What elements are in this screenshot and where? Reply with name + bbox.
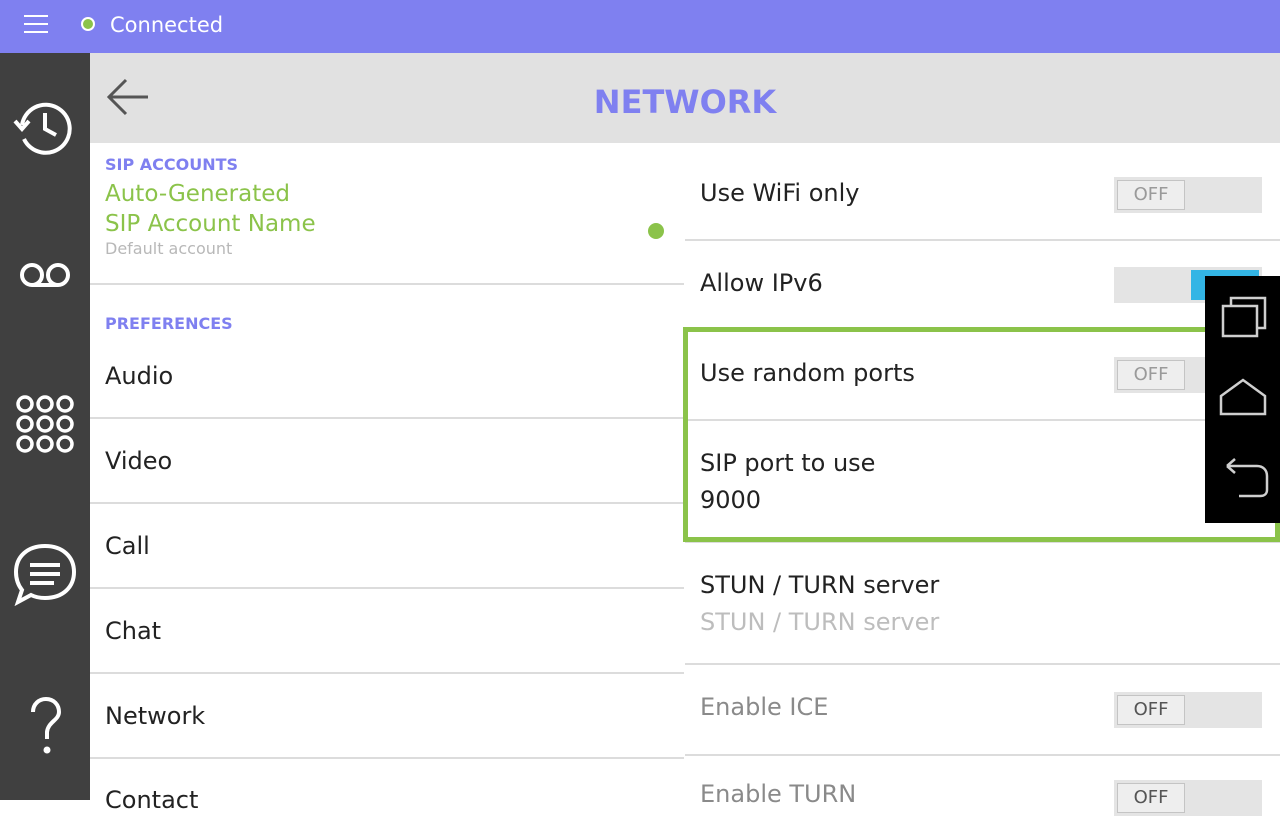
dialpad-icon[interactable] — [12, 392, 78, 458]
help-icon[interactable] — [12, 694, 78, 760]
enable-ice-label: Enable ICE — [700, 693, 829, 721]
connection-status-dot — [81, 17, 95, 31]
preferences-heading: PREFERENCES — [105, 314, 233, 333]
page-title: NETWORK — [593, 83, 777, 121]
settings-menu: SIP ACCOUNTS Auto-Generated SIP Account … — [90, 143, 684, 814]
chat-bubble-icon[interactable] — [12, 540, 78, 606]
network-settings: Use WiFi only OFF Allow IPv6 Use random … — [685, 143, 1280, 816]
system-navigation-bar — [1205, 276, 1280, 523]
sip-port-label: SIP port to use — [700, 449, 876, 477]
divider — [90, 502, 684, 504]
allow-ipv6-label: Allow IPv6 — [700, 269, 823, 297]
divider — [90, 587, 684, 589]
divider — [685, 329, 1280, 331]
toggle-knob: OFF — [1117, 360, 1185, 390]
hamburger-menu-icon[interactable] — [24, 15, 48, 35]
divider — [685, 239, 1280, 241]
menu-item-call[interactable]: Call — [105, 532, 150, 560]
home-icon[interactable] — [1217, 374, 1269, 420]
use-wifi-only-toggle[interactable]: OFF — [1114, 177, 1262, 213]
divider — [90, 283, 684, 285]
use-wifi-only-label: Use WiFi only — [700, 179, 860, 207]
divider — [90, 417, 684, 419]
divider — [685, 754, 1280, 756]
sip-port-value: 9000 — [700, 486, 762, 514]
menu-item-video[interactable]: Video — [105, 447, 172, 475]
menu-item-network[interactable]: Network — [105, 702, 205, 730]
side-navigation — [0, 53, 90, 800]
account-subtitle: Default account — [105, 239, 233, 258]
enable-turn-label: Enable TURN — [700, 780, 857, 808]
toggle-knob: OFF — [1117, 695, 1185, 725]
back-icon[interactable] — [1217, 456, 1269, 502]
divider — [685, 419, 1280, 421]
menu-item-contact[interactable]: Contact — [105, 786, 198, 814]
sip-accounts-heading: SIP ACCOUNTS — [105, 155, 239, 174]
toggle-knob: OFF — [1117, 783, 1185, 813]
enable-turn-toggle[interactable]: OFF — [1114, 780, 1262, 816]
recent-apps-icon[interactable] — [1217, 292, 1269, 338]
enable-ice-toggle[interactable]: OFF — [1114, 692, 1262, 728]
divider — [90, 757, 684, 759]
history-icon[interactable] — [12, 95, 78, 161]
page-header: NETWORK — [90, 53, 1280, 143]
voicemail-icon[interactable] — [12, 242, 78, 308]
menu-item-chat[interactable]: Chat — [105, 617, 161, 645]
status-bar: Connected — [0, 0, 1280, 53]
menu-item-audio[interactable]: Audio — [105, 362, 173, 390]
divider — [685, 663, 1280, 665]
stun-turn-placeholder: STUN / TURN server — [700, 608, 940, 636]
account-name: Auto-Generated SIP Account Name — [105, 181, 316, 237]
account-status-dot — [648, 223, 664, 239]
use-random-ports-label: Use random ports — [700, 359, 915, 387]
divider — [90, 672, 684, 674]
stun-turn-label: STUN / TURN server — [700, 571, 940, 599]
divider — [685, 541, 1280, 543]
connection-status-text: Connected — [110, 13, 224, 37]
toggle-knob: OFF — [1117, 180, 1185, 210]
